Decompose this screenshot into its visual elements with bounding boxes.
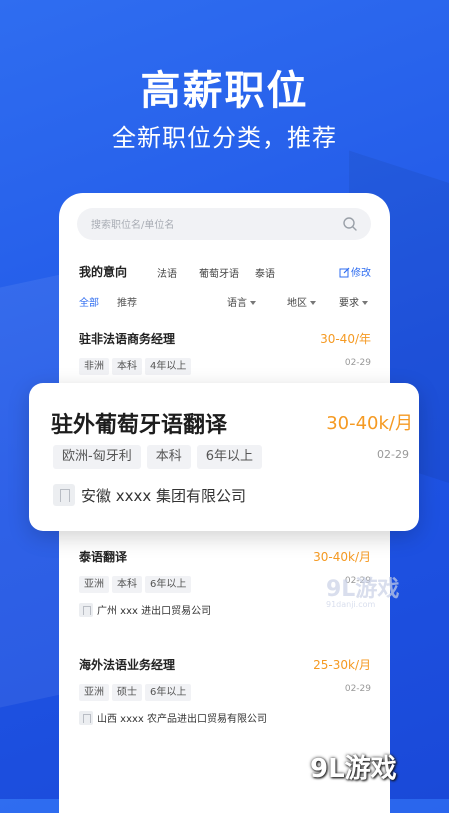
featured-job-card[interactable]: 驻外葡萄牙语翻译 30-40k/月 欧洲-匈牙利 本科 6年以上 02-29 安徽 … bbox=[29, 383, 419, 531]
hero-subtitle: 全新职位分类，推荐 bbox=[112, 124, 337, 152]
watermark-brand: 9L游戏 bbox=[326, 577, 400, 602]
tab-all[interactable]: 全部 bbox=[79, 294, 99, 309]
featured-job-tags: 欧洲-匈牙利 本科 6年以上 bbox=[53, 445, 268, 469]
job-tags: 亚洲 硕士 6年以上 bbox=[79, 680, 194, 701]
hero-title: 高薪职位 bbox=[140, 68, 309, 114]
company-name: 山西 xxxx 农产品进出口贸易有限公司 bbox=[79, 710, 267, 725]
filter-row: 全部 推荐 语言 地区 要求 bbox=[79, 294, 371, 310]
intent-tag[interactable]: 葡萄牙语 bbox=[199, 265, 239, 280]
company-icon bbox=[53, 484, 75, 506]
company-label: 广州 xxx 进出口贸易公司 bbox=[97, 606, 212, 617]
job-title: 驻非法语商务经理 bbox=[79, 332, 176, 346]
job-tag: 欧洲-匈牙利 bbox=[53, 445, 141, 469]
job-tag: 本科 bbox=[112, 358, 142, 375]
company-name: 广州 xxx 进出口贸易公司 bbox=[79, 602, 211, 617]
search-input[interactable]: 搜索职位名/单位名 bbox=[91, 216, 174, 231]
edit-icon bbox=[339, 267, 350, 278]
job-tag: 本科 bbox=[146, 445, 191, 469]
company-icon bbox=[79, 603, 93, 617]
region-dropdown[interactable]: 地区 bbox=[287, 294, 316, 309]
featured-job-salary: 30-40k/月 bbox=[326, 413, 413, 434]
watermark-logo: 9L游戏 91danji.com bbox=[326, 571, 399, 609]
job-tag: 6年以上 bbox=[145, 684, 192, 701]
job-tag: 非洲 bbox=[79, 358, 109, 375]
job-tag: 本科 bbox=[112, 576, 142, 593]
job-tags: 亚洲 本科 6年以上 bbox=[79, 572, 194, 593]
job-tag: 硕士 bbox=[112, 684, 142, 701]
edit-intent-button[interactable]: 修改 bbox=[339, 264, 371, 279]
edit-label: 修改 bbox=[351, 268, 371, 279]
company-label: 安徽 xxxx 集团有限公司 bbox=[81, 487, 247, 505]
requirement-dropdown[interactable]: 要求 bbox=[339, 294, 368, 309]
watermark-logo: 9L游戏 bbox=[310, 754, 397, 784]
job-title: 泰语翻译 bbox=[79, 550, 128, 564]
job-tag: 6年以上 bbox=[196, 445, 262, 469]
featured-company-name: 安徽 xxxx 集团有限公司 bbox=[53, 484, 246, 506]
intent-tag[interactable]: 泰语 bbox=[255, 265, 275, 280]
featured-job-title: 驻外葡萄牙语翻译 bbox=[51, 413, 228, 438]
job-salary: 30-40/年 bbox=[320, 332, 371, 346]
company-label: 山西 xxxx 农产品进出口贸易有限公司 bbox=[97, 714, 268, 725]
job-list-item[interactable]: 驻非法语商务经理 30-40/年 非洲 本科 4年以上 02-29 bbox=[79, 330, 371, 390]
job-tag: 4年以上 bbox=[145, 358, 192, 375]
job-list-item[interactable]: 海外法语业务经理 25-30k/月 亚洲 硕士 6年以上 02-29 山西 xxxx… bbox=[79, 656, 371, 736]
search-icon[interactable] bbox=[341, 215, 359, 233]
company-icon bbox=[79, 711, 93, 725]
job-tag: 6年以上 bbox=[145, 576, 192, 593]
featured-job-date: 02-29 bbox=[377, 448, 409, 461]
intent-tag[interactable]: 法语 bbox=[157, 265, 177, 280]
job-salary: 30-40k/月 bbox=[313, 550, 371, 564]
job-tags: 非洲 本科 4年以上 bbox=[79, 354, 194, 375]
job-tag: 亚洲 bbox=[79, 684, 109, 701]
job-title: 海外法语业务经理 bbox=[79, 658, 176, 672]
language-dropdown[interactable]: 语言 bbox=[227, 294, 256, 309]
tab-recommend[interactable]: 推荐 bbox=[117, 294, 137, 309]
job-date: 02-29 bbox=[344, 684, 371, 694]
intent-label: 我的意向 bbox=[79, 265, 128, 279]
job-salary: 25-30k/月 bbox=[313, 658, 371, 672]
job-tag: 亚洲 bbox=[79, 576, 109, 593]
search-bar[interactable]: 搜索职位名/单位名 bbox=[77, 208, 371, 240]
job-date: 02-29 bbox=[344, 358, 371, 368]
intent-row: 我的意向 法语 葡萄牙语 泰语 修改 bbox=[79, 263, 371, 281]
